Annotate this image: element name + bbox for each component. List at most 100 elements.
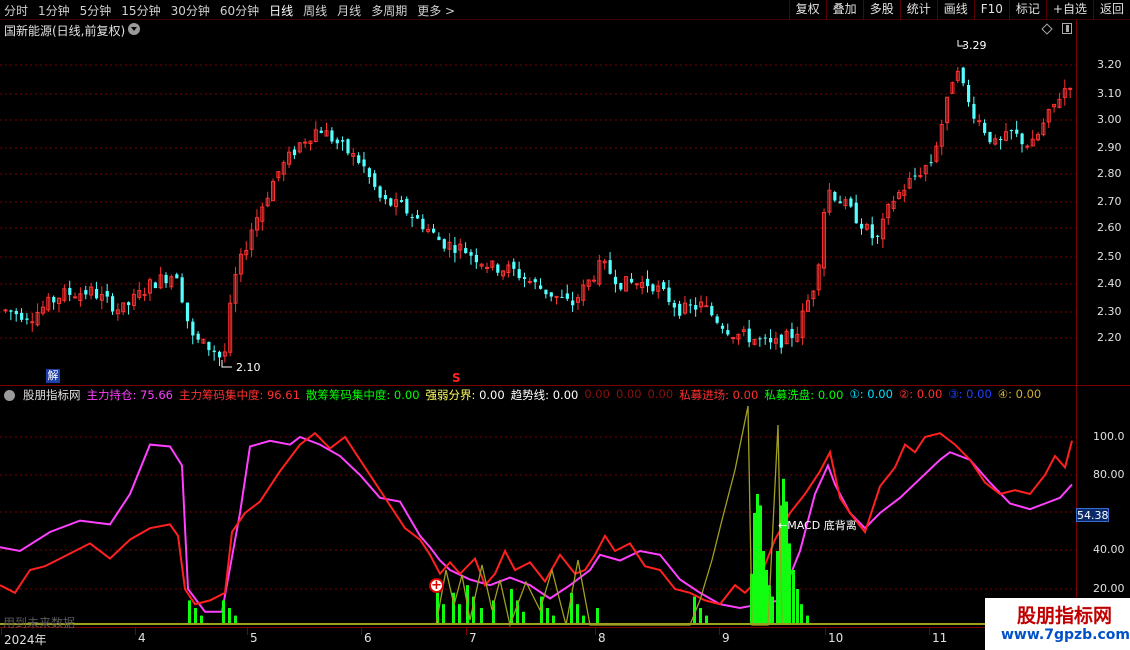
legend-key: 趋势线: bbox=[510, 388, 550, 402]
candle-body-up bbox=[142, 293, 147, 296]
candle-body-down bbox=[180, 277, 184, 303]
candle-body-down bbox=[464, 248, 468, 254]
candle-body-down bbox=[9, 310, 13, 312]
candle-body-down bbox=[988, 131, 992, 143]
legend-item: 趋势线: 0.00 bbox=[511, 387, 579, 403]
legend-value: 0.00 bbox=[962, 387, 992, 401]
candle-body-down bbox=[747, 328, 751, 343]
green-spike bbox=[771, 596, 774, 625]
gear-icon[interactable] bbox=[4, 389, 15, 401]
legend-key: 主力筹码集中度: bbox=[178, 388, 264, 402]
candle-body-down bbox=[961, 67, 965, 84]
legend-key: 主力持仓: bbox=[86, 388, 137, 402]
x-tick-label: 6 bbox=[364, 631, 372, 645]
candle-body-down bbox=[1009, 130, 1013, 132]
current-value-badge: 54.38 bbox=[1076, 508, 1109, 522]
legend-item: 0.00 bbox=[648, 387, 674, 403]
candle-body-down bbox=[357, 155, 361, 163]
candle-body-down bbox=[629, 278, 634, 283]
low-price-arrow bbox=[221, 360, 232, 368]
green-spike bbox=[596, 608, 599, 625]
legend-item: 散筹筹码集中度: 0.00 bbox=[306, 387, 420, 403]
candle-body-down bbox=[389, 198, 393, 206]
price-tick-label: 3.00 bbox=[1097, 113, 1122, 126]
legend-value: 0.00 bbox=[1011, 387, 1042, 401]
right-axis-line bbox=[1076, 20, 1077, 625]
green-spike bbox=[756, 494, 759, 625]
candle-body-down bbox=[758, 338, 762, 340]
legend-item: 0.00 bbox=[584, 387, 610, 403]
legend-key: 私募进场: bbox=[679, 388, 730, 402]
candle-body-down bbox=[565, 293, 569, 299]
x-tick bbox=[719, 627, 720, 635]
candle-body-down bbox=[512, 261, 516, 269]
candle-body-down bbox=[442, 239, 446, 249]
candle-body-down bbox=[14, 311, 18, 315]
future-data-note: 用到未来数据 bbox=[3, 616, 76, 630]
candle-body-down bbox=[191, 321, 195, 336]
low-price-label: 2.10 bbox=[236, 361, 261, 374]
candle-body-down bbox=[651, 284, 655, 292]
legend-key: ①: bbox=[849, 387, 864, 401]
candle-body-down bbox=[378, 186, 382, 198]
green-spike bbox=[194, 608, 197, 625]
macd-divergence-note: ←MACD 底背离 bbox=[778, 517, 857, 533]
green-spike bbox=[782, 478, 785, 625]
price-tick-label: 2.50 bbox=[1097, 250, 1122, 263]
x-tick bbox=[825, 627, 826, 635]
candle-body-down bbox=[539, 285, 543, 289]
candle-body-up bbox=[592, 279, 596, 282]
sell-signal-mark: S bbox=[452, 371, 461, 385]
candle-body-down bbox=[383, 195, 388, 200]
legend-value: 0.00 bbox=[584, 387, 610, 401]
indicator-legend: 股朋指标网 主力持仓: 75.66 主力筹码集中度: 96.61 散筹筹码集中度: … bbox=[4, 387, 1041, 403]
x-tick bbox=[595, 627, 596, 635]
candle-body-down bbox=[410, 217, 414, 219]
green-spike bbox=[759, 505, 762, 625]
candle-body-down bbox=[646, 278, 650, 287]
candle-body-down bbox=[20, 312, 24, 320]
indicator-name[interactable]: 股朋指标网 bbox=[23, 387, 81, 403]
candle-body-down bbox=[688, 304, 692, 306]
candle-body-down bbox=[346, 139, 350, 154]
green-spike bbox=[788, 543, 791, 625]
candle-body-up bbox=[554, 295, 559, 298]
candle-body-down bbox=[517, 269, 521, 278]
x-tick-label: 9 bbox=[722, 631, 730, 645]
candle-body-down bbox=[175, 274, 179, 279]
price-tick-label: 3.20 bbox=[1097, 58, 1122, 71]
candle-body-down bbox=[560, 296, 564, 298]
green-spike bbox=[765, 570, 768, 625]
price-tick-label: 2.40 bbox=[1097, 277, 1122, 290]
candle-body-up bbox=[527, 280, 532, 283]
candle-body-down bbox=[405, 198, 409, 214]
candle-body-down bbox=[341, 140, 345, 142]
indicator-tick-label: 20.00 bbox=[1093, 582, 1125, 595]
jie-unlock-badge[interactable]: 解 bbox=[46, 369, 60, 383]
panel-separator bbox=[0, 385, 1130, 386]
candle-body-down bbox=[522, 277, 527, 279]
green-spike bbox=[188, 600, 191, 625]
candle-body-down bbox=[678, 303, 682, 316]
candle-body-up bbox=[485, 266, 489, 269]
candle-body-up bbox=[918, 175, 923, 178]
candle-body-down bbox=[999, 138, 1003, 141]
series-main-concentration bbox=[0, 431, 1073, 606]
price-tick-label: 2.20 bbox=[1097, 331, 1122, 344]
green-spike bbox=[222, 600, 225, 625]
candle-body-down bbox=[983, 122, 987, 133]
legend-item: ④: 0.00 bbox=[998, 387, 1041, 403]
indicator-tick-label: 100.0 bbox=[1093, 430, 1125, 443]
legend-item: ②: 0.00 bbox=[899, 387, 942, 403]
candle-body-down bbox=[105, 291, 109, 297]
candle-body-down bbox=[833, 191, 837, 201]
candle-body-down bbox=[164, 274, 168, 284]
legend-item: ③: 0.00 bbox=[948, 387, 991, 403]
candle-body-up bbox=[704, 305, 709, 308]
candle-body-down bbox=[185, 302, 190, 322]
candle-body-up bbox=[30, 321, 35, 324]
legend-key: ③: bbox=[948, 387, 963, 401]
candle-body-down bbox=[533, 279, 537, 283]
candle-body-down bbox=[972, 103, 976, 119]
candle-body-down bbox=[860, 223, 864, 229]
